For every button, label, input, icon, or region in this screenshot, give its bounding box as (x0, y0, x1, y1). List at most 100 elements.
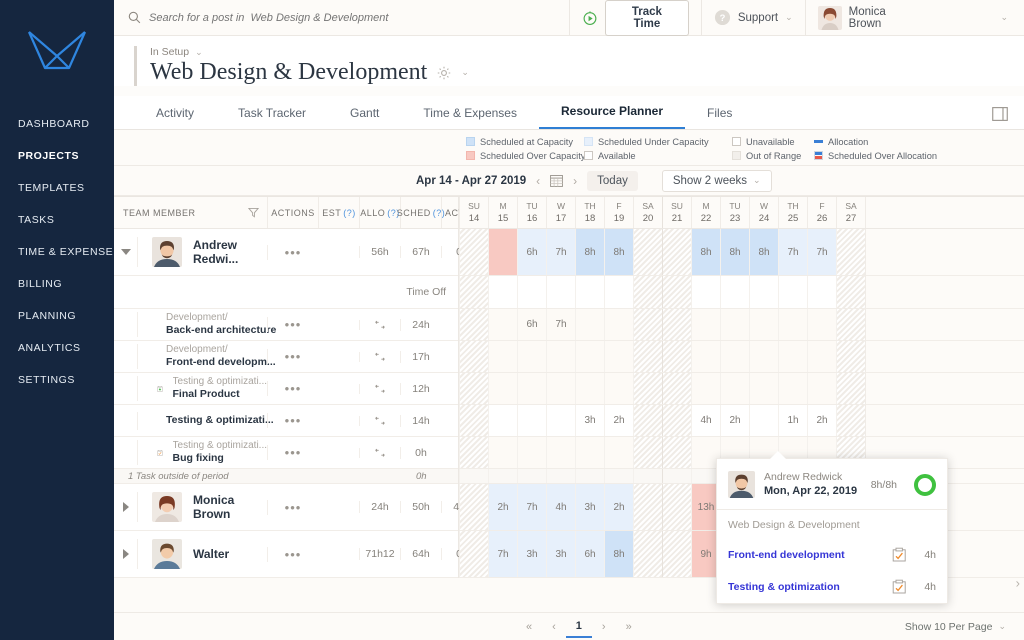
row-expander-button[interactable] (114, 549, 137, 559)
calendar-cell[interactable] (488, 276, 517, 308)
calendar-cell[interactable] (459, 531, 488, 577)
calendar-cell[interactable] (662, 341, 691, 372)
calendar-cell[interactable] (749, 405, 778, 436)
last-page-button[interactable]: » (616, 617, 642, 637)
search-input[interactable] (149, 11, 569, 24)
calendar-cell[interactable] (778, 373, 807, 404)
timer-icon[interactable] (582, 10, 598, 26)
calendar-cell[interactable]: 8h (720, 229, 749, 275)
scroll-left-button[interactable]: ‹ (462, 608, 466, 613)
calendar-cell[interactable] (749, 373, 778, 404)
table-row[interactable]: Andrew Redwi... ••• 56h 67h 0h (114, 229, 468, 276)
calendar-cell[interactable] (633, 437, 662, 468)
prev-page-button[interactable]: ‹ (542, 617, 566, 637)
tab-resource-planner[interactable]: Resource Planner (538, 96, 686, 129)
row-actions-button[interactable]: ••• (267, 445, 318, 460)
calendar-cell[interactable] (546, 373, 575, 404)
calendar-cell[interactable] (749, 309, 778, 340)
calendar-cell[interactable] (691, 309, 720, 340)
calendar-cell[interactable] (720, 341, 749, 372)
calendar-cell[interactable] (459, 276, 488, 308)
calendar-cell[interactable] (662, 229, 691, 275)
scroll-right-button[interactable]: › (1016, 576, 1020, 591)
calendar-cell[interactable] (575, 341, 604, 372)
calendar-cell[interactable] (459, 309, 488, 340)
calendar-cell[interactable] (633, 484, 662, 530)
calendar-cell[interactable] (836, 405, 865, 436)
calendar-cell[interactable]: 7h (517, 484, 546, 530)
calendar-cell[interactable] (604, 373, 633, 404)
calendar-cell[interactable]: 7h (807, 229, 836, 275)
calendar-cell[interactable] (633, 531, 662, 577)
calendar-cell[interactable] (778, 309, 807, 340)
calendar-cell[interactable] (604, 309, 633, 340)
calendar-cell[interactable] (604, 437, 633, 468)
calendar-cell[interactable] (807, 373, 836, 404)
calendar-cell[interactable]: 2h (720, 405, 749, 436)
prev-period-button[interactable]: ‹ (536, 174, 540, 188)
calendar-cell[interactable]: 7h (778, 229, 807, 275)
calendar-cell[interactable] (604, 341, 633, 372)
table-row[interactable]: Walter ••• 71h12 64h 0h (114, 531, 468, 578)
gear-icon[interactable] (436, 65, 452, 81)
calendar-cell[interactable] (720, 276, 749, 308)
sidebar-item-analytics[interactable]: ANALYTICS (0, 332, 114, 364)
row-actions-button[interactable]: ••• (267, 381, 318, 396)
range-select[interactable]: Show 2 weeks ⌄ (661, 169, 772, 192)
scroll-right-button[interactable]: › (1016, 608, 1020, 613)
calendar-cell[interactable] (662, 405, 691, 436)
calendar-cell[interactable] (691, 341, 720, 372)
calendar-cell[interactable]: 2h (604, 484, 633, 530)
tab-activity[interactable]: Activity (134, 98, 216, 129)
table-row[interactable]: Testing & optimizati... Bug fixing ••• 0… (114, 437, 458, 469)
calendar-cell[interactable]: 8h (604, 229, 633, 275)
calendar-cell[interactable] (662, 484, 691, 530)
table-row[interactable]: Monica Brown ••• 24h 50h 48h (114, 484, 471, 531)
calendar-cell[interactable]: 8h (691, 229, 720, 275)
calendar-picker-button[interactable] (550, 174, 564, 187)
calendar-cell[interactable] (459, 437, 488, 468)
calendar-cell[interactable] (459, 373, 488, 404)
calendar-cell[interactable]: 4h (546, 484, 575, 530)
table-row[interactable]: Development/ Back-end architecture ••• 2… (114, 309, 458, 341)
row-actions-button[interactable]: ••• (267, 413, 318, 428)
calendar-cell[interactable] (459, 484, 488, 530)
popup-task-name[interactable]: Testing & optimization (728, 581, 892, 593)
calendar-cell[interactable] (778, 341, 807, 372)
calendar-cell[interactable]: 7h (488, 531, 517, 577)
calendar-cell[interactable] (517, 437, 546, 468)
row-actions-button[interactable]: ••• (267, 317, 318, 332)
calendar-cell[interactable] (720, 373, 749, 404)
sidebar-item-settings[interactable]: SETTINGS (0, 364, 114, 396)
row-actions-button[interactable]: ••• (267, 546, 318, 562)
calendar-cell[interactable]: 8h (604, 531, 633, 577)
calendar-cell[interactable] (517, 341, 546, 372)
sidebar-item-templates[interactable]: TEMPLATES (0, 172, 114, 204)
calendar-cell[interactable] (459, 229, 488, 275)
row-actions-button[interactable]: ••• (267, 499, 318, 515)
calendar-cell[interactable] (720, 309, 749, 340)
calendar-cell[interactable] (575, 276, 604, 308)
next-period-button[interactable]: › (573, 174, 577, 188)
calendar-cell[interactable] (807, 276, 836, 308)
calendar-cell[interactable] (662, 309, 691, 340)
tab-gantt[interactable]: Gantt (328, 98, 401, 129)
calendar-cell[interactable]: 7h (546, 309, 575, 340)
support-menu[interactable]: ? Support ⌄ (702, 0, 805, 36)
calendar-cell[interactable] (807, 341, 836, 372)
calendar-cell[interactable] (836, 309, 865, 340)
calendar-cell[interactable] (604, 276, 633, 308)
calendar-cell[interactable]: 3h (575, 405, 604, 436)
calendar-cell[interactable] (546, 405, 575, 436)
calendar-cell[interactable]: 7h (546, 229, 575, 275)
calendar-cell[interactable] (488, 341, 517, 372)
tab-task-tracker[interactable]: Task Tracker (216, 98, 328, 129)
calendar-cell[interactable] (749, 341, 778, 372)
calendar-cell[interactable] (662, 531, 691, 577)
global-search[interactable] (114, 11, 569, 24)
calendar-cell[interactable] (633, 373, 662, 404)
calendar-cell[interactable] (836, 341, 865, 372)
calendar-cell[interactable] (836, 229, 865, 275)
sidebar-item-dashboard[interactable]: DASHBOARD (0, 108, 114, 140)
per-page-select[interactable]: Show 10 Per Page ⌄ (905, 621, 1006, 633)
